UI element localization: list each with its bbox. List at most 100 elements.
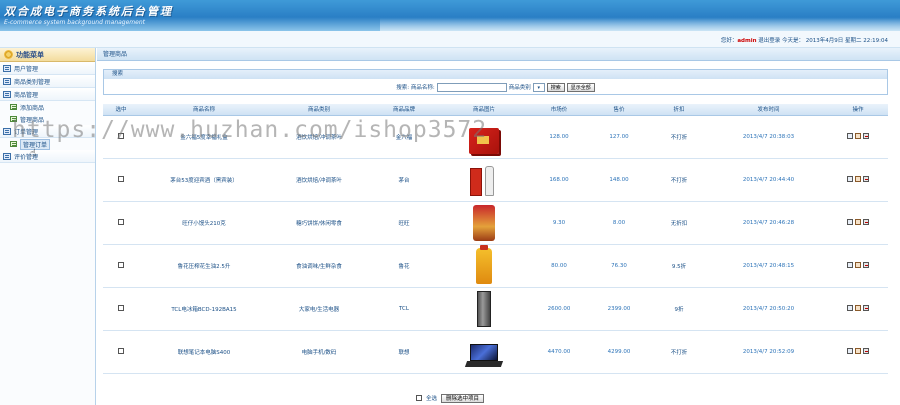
delete-selected-button[interactable]: 删除选中项目 [441, 393, 485, 403]
sidebar-item-reviews[interactable]: 评价管理 [0, 150, 95, 163]
column-header: 售价 [589, 104, 649, 116]
category-label: 商品类别 [508, 85, 531, 91]
column-header: 商品类别 [269, 104, 369, 116]
edit-icon[interactable] [847, 261, 853, 268]
column-header: 折扣 [649, 104, 709, 116]
product-image-laptop [464, 343, 504, 370]
search-name-label: 搜索: 商品名称: [396, 85, 435, 91]
image-icon[interactable] [855, 304, 861, 311]
show-all-button[interactable]: 显示全部 [566, 82, 595, 92]
product-name-input[interactable] [436, 82, 507, 92]
discount: 9折 [649, 287, 709, 331]
row-checkbox[interactable] [118, 304, 124, 311]
image-icon[interactable] [855, 261, 861, 268]
sale-price: 8.00 [589, 201, 649, 245]
product-image-liquor [470, 162, 498, 198]
edit-icon[interactable] [847, 304, 853, 311]
row-checkbox[interactable] [118, 261, 124, 268]
table-row: 金六福5度幸福礼盒 酒饮烘焙/冲调茶叶 金六福 128.00 127.00 不打… [103, 115, 888, 159]
sidebar-subitem-manage-products[interactable]: 管理商品 [0, 113, 95, 125]
sidebar-item-categories[interactable]: 商品类别管理 [0, 75, 95, 88]
sidebar-item-users[interactable]: 用户管理 [0, 62, 95, 75]
select-all-label[interactable]: 全选 [426, 394, 437, 402]
table-row: 茅台53度迎宾酒（黑宾装） 酒饮烘焙/冲调茶叶 茅台 168.00 148.00… [103, 158, 888, 202]
market-price: 128.00 [529, 115, 589, 159]
sidebar-item-orders[interactable]: 订单管理 [0, 125, 95, 138]
greeting-label: 您好： [720, 38, 738, 44]
delete-icon[interactable] [863, 132, 869, 139]
status-bar: 您好：admin 退出登录 今天是： 2013年4月9日 星期二 22:19:0… [0, 31, 900, 48]
folder-icon [3, 64, 11, 72]
table-row: 旺仔小馒头210克 糖巧饼饼/休闲零食 旺旺 9.30 8.00 无折扣 201… [103, 201, 888, 245]
column-header: 选中 [103, 104, 139, 116]
delete-icon[interactable] [863, 304, 869, 311]
publish-time: 2013/4/7 20:48:15 [709, 244, 828, 288]
sidebar-subitem-manage-orders[interactable]: 管理订单 [0, 138, 95, 150]
product-name: 旺仔小馒头210克 [139, 201, 269, 245]
sidebar-item-label: 订单管理 [14, 128, 39, 136]
product-brand: 金六福 [369, 115, 439, 159]
product-name: 金六福5度幸福礼盒 [139, 115, 269, 159]
sidebar-item-products[interactable]: 商品管理 [0, 88, 95, 101]
product-name: 鲁花压榨花生油2.5升 [139, 244, 269, 288]
image-icon[interactable] [855, 347, 861, 354]
column-header: 操作 [828, 104, 888, 116]
document-icon [10, 116, 17, 122]
product-category: 电脑手机/数码 [269, 330, 369, 374]
app-title: 双合成电子商务系统后台管理 [4, 5, 173, 18]
edit-icon[interactable] [847, 175, 853, 182]
publish-time: 2013/4/7 20:50:20 [709, 287, 828, 331]
delete-icon[interactable] [863, 261, 869, 268]
sale-price: 127.00 [589, 115, 649, 159]
search-form: 搜索: 商品名称: 商品类别 ▾ 搜索 显示全部 [104, 79, 887, 95]
sale-price: 148.00 [589, 158, 649, 202]
sidebar-item-label: 商品类别管理 [14, 78, 51, 86]
select-all-checkbox[interactable] [415, 395, 422, 401]
delete-icon[interactable] [863, 175, 869, 182]
publish-time: 2013/4/7 20:46:28 [709, 201, 828, 245]
app-subtitle: E-commerce system background management [4, 19, 145, 26]
edit-icon[interactable] [847, 132, 853, 139]
product-brand: 鲁花 [369, 244, 439, 288]
image-icon[interactable] [855, 175, 861, 182]
delete-icon[interactable] [863, 347, 869, 354]
table-row: 联想笔记本电脑S400 电脑手机/数码 联想 4470.00 4299.00 不… [103, 330, 888, 374]
market-price: 2600.00 [529, 287, 589, 331]
discount: 不打折 [649, 158, 709, 202]
product-image-oil-bottle [476, 244, 492, 284]
sidebar-title: 功能菜单 [16, 50, 44, 59]
product-category: 酒饮烘焙/冲调茶叶 [269, 158, 369, 202]
edit-icon[interactable] [847, 218, 853, 225]
discount: 无折扣 [649, 201, 709, 245]
logout-link[interactable]: 退出登录 [758, 38, 780, 44]
current-date: 2013年4月9日 星期二 22:19:04 [805, 38, 888, 44]
product-brand: 茅台 [369, 158, 439, 202]
today-label: 今天是： [782, 38, 805, 44]
row-checkbox[interactable] [118, 175, 124, 182]
product-category: 大家电/生活电器 [269, 287, 369, 331]
market-price: 4470.00 [529, 330, 589, 374]
edit-icon[interactable] [847, 347, 853, 354]
search-button[interactable]: 搜索 [546, 82, 565, 92]
row-checkbox[interactable] [118, 132, 124, 139]
sidebar-item-label: 商品管理 [14, 91, 39, 99]
product-brand: 旺旺 [369, 201, 439, 245]
hand-cursor-icon: ☝ [30, 148, 37, 159]
delete-icon[interactable] [863, 218, 869, 225]
image-icon[interactable] [855, 132, 861, 139]
discount: 不打折 [649, 115, 709, 159]
image-icon[interactable] [855, 218, 861, 225]
category-select[interactable]: ▾ [532, 82, 545, 92]
market-price: 80.00 [529, 244, 589, 288]
product-category: 酒饮烘焙/冲调茶叶 [269, 115, 369, 159]
folder-icon [3, 152, 11, 160]
row-checkbox[interactable] [118, 218, 124, 225]
sidebar-subitem-add-product[interactable]: 添加商品 [0, 101, 95, 113]
product-image-snack-bag [473, 204, 495, 241]
product-brand: TCL [369, 287, 439, 331]
main-content: 管理商品 搜索 搜索: 商品名称: 商品类别 ▾ 搜索 显示全部 选中 商品名称… [97, 48, 900, 405]
product-brand: 联想 [369, 330, 439, 374]
folder-icon [3, 127, 11, 135]
row-checkbox[interactable] [118, 347, 124, 354]
product-image-gift-box [469, 127, 499, 154]
